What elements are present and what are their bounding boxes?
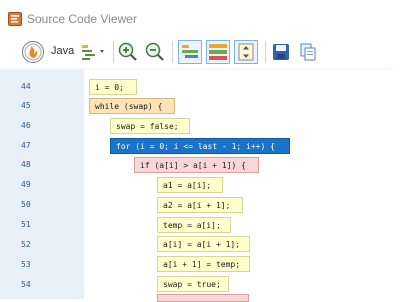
zoom-out-icon (145, 42, 164, 61)
line-number: 46 (21, 121, 31, 130)
toolbar-separator (265, 41, 266, 63)
line-number-gutter (0, 70, 84, 299)
layout-list-button[interactable] (178, 40, 202, 64)
layout-stack-button[interactable] (206, 40, 230, 64)
layout-list-icon (182, 45, 198, 58)
code-statement[interactable]: swap = false; (110, 118, 190, 134)
language-label[interactable]: Java (51, 45, 74, 57)
save-button[interactable] (270, 38, 292, 66)
layout-stack-icon (209, 44, 227, 60)
code-statement[interactable]: temp = a[i]; (157, 217, 231, 233)
zoom-in-button[interactable] (117, 38, 139, 66)
format-options-button[interactable] (79, 38, 109, 66)
line-number: 52 (21, 240, 31, 249)
format-options-icon (82, 45, 104, 60)
line-number: 54 (21, 280, 31, 289)
code-statement[interactable]: a[i] = a[i + 1]; (157, 236, 250, 252)
line-number: 45 (21, 101, 31, 110)
window-title: Source Code Viewer (27, 12, 137, 26)
line-number: 50 (21, 200, 31, 209)
fit-button[interactable] (234, 40, 258, 64)
code-statement-selected[interactable]: for (i = 0; i <= last - 1; i++) { (110, 138, 290, 154)
edge-fade (376, 36, 406, 299)
code-statement[interactable]: a2 = a[i + 1]; (157, 197, 243, 213)
line-number: 48 (21, 160, 31, 169)
toolbar-separator (113, 41, 114, 63)
line-number: 44 (21, 82, 31, 91)
language-icon (22, 41, 44, 63)
line-number: 47 (21, 141, 31, 150)
copy-button[interactable] (297, 38, 319, 66)
code-statement[interactable]: a1 = a[i]; (157, 177, 223, 193)
zoom-in-icon (118, 42, 137, 61)
copy-icon (300, 43, 316, 61)
language-button[interactable] (20, 38, 46, 66)
code-statement[interactable]: a[i + 1] = temp; (157, 256, 250, 272)
code-statement[interactable]: swap = true; (157, 276, 229, 292)
code-statement[interactable]: if (a[i] > a[i + 1]) { (134, 157, 259, 173)
code-statement-partial[interactable] (157, 294, 249, 302)
app-icon (8, 12, 22, 26)
title-bar: Source Code Viewer (0, 0, 406, 36)
code-statement[interactable]: i = 0; (89, 79, 137, 95)
zoom-out-button[interactable] (144, 38, 166, 66)
line-number: 49 (21, 180, 31, 189)
line-number: 51 (21, 220, 31, 229)
fit-icon (238, 43, 254, 61)
source-code-viewer-window: Source Code Viewer Java 44 45 46 47 48 4… (0, 0, 406, 302)
save-icon (273, 44, 289, 60)
code-statement[interactable]: while (swap) { (89, 98, 175, 114)
line-number: 53 (21, 260, 31, 269)
toolbar-separator (172, 41, 173, 63)
